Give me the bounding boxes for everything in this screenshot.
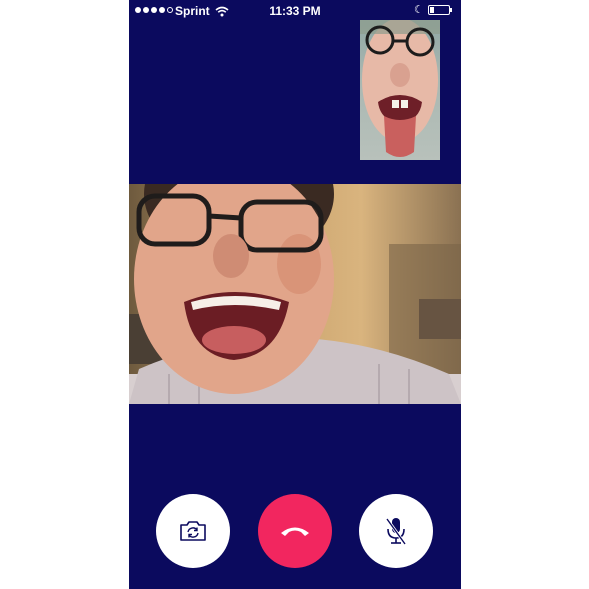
self-view-video[interactable] [360,20,440,160]
moon-icon: ☾ [414,4,424,16]
status-bar: Sprint 11:33 PM ☾ [129,0,461,22]
call-controls [129,494,461,570]
remote-participant-video[interactable] [129,184,461,404]
video-call-screen: Sprint 11:33 PM ☾ [129,0,461,589]
microphone-muted-icon [385,518,407,545]
status-time: 11:33 PM [269,4,321,18]
camera-flip-icon [180,521,206,541]
phone-hangup-icon [281,527,309,536]
flip-camera-button[interactable] [156,494,230,568]
end-call-button[interactable] [258,494,332,568]
battery-icon [428,5,452,15]
mute-button[interactable] [359,494,433,568]
